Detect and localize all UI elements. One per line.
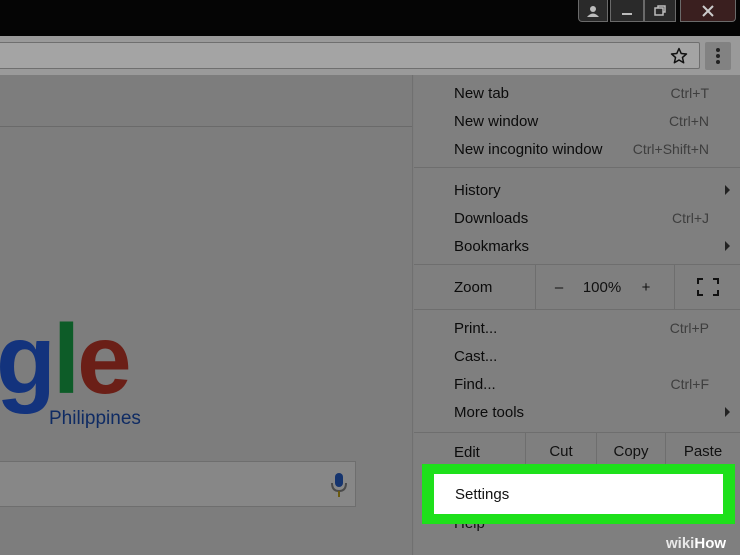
menu-item-new-window[interactable]: New window Ctrl+N bbox=[414, 107, 740, 135]
menu-item-cast[interactable]: Cast... bbox=[414, 342, 740, 370]
menu-item-label: Cast... bbox=[454, 348, 498, 365]
restore-icon bbox=[654, 4, 666, 16]
menu-item-label: New tab bbox=[454, 85, 510, 102]
user-profile-button[interactable] bbox=[578, 0, 608, 22]
settings-highlight: Settings bbox=[422, 464, 735, 524]
page-divider bbox=[0, 126, 412, 127]
star-icon bbox=[670, 47, 688, 64]
menu-item-downloads[interactable]: Downloads Ctrl+J bbox=[414, 204, 740, 232]
menu-item-find[interactable]: Find... Ctrl+F bbox=[414, 370, 740, 398]
restore-button[interactable] bbox=[644, 0, 676, 22]
menu-item-settings[interactable]: Settings bbox=[434, 474, 723, 514]
submenu-arrow-icon bbox=[725, 407, 730, 417]
menu-item-label: New window bbox=[454, 113, 539, 130]
menu-item-new-tab[interactable]: New tab Ctrl+T bbox=[414, 79, 740, 107]
menu-item-shortcut: Ctrl+F bbox=[670, 376, 710, 392]
menu-item-label: Settings bbox=[455, 486, 510, 503]
search-input[interactable] bbox=[0, 461, 356, 507]
chrome-menu-button[interactable] bbox=[705, 42, 731, 70]
google-logo: gle bbox=[0, 304, 132, 414]
vertical-dots-icon bbox=[716, 48, 720, 64]
minimize-button[interactable] bbox=[610, 0, 644, 22]
zoom-out-button[interactable]: – bbox=[536, 265, 582, 309]
address-bar[interactable] bbox=[0, 42, 700, 69]
edit-label: Edit bbox=[454, 444, 480, 461]
fullscreen-button[interactable] bbox=[675, 265, 740, 309]
zoom-label: Zoom bbox=[454, 279, 493, 296]
browser-toolbar bbox=[0, 36, 740, 75]
menu-item-shortcut: Ctrl+J bbox=[672, 210, 709, 226]
zoom-level: 100% bbox=[582, 278, 622, 296]
window-title-bar bbox=[0, 0, 740, 36]
menu-item-history[interactable]: History bbox=[414, 176, 740, 204]
menu-item-label: New incognito window bbox=[454, 141, 603, 158]
submenu-arrow-icon bbox=[725, 185, 730, 195]
menu-item-label: History bbox=[454, 182, 501, 199]
menu-item-label: Find... bbox=[454, 376, 496, 393]
menu-item-print[interactable]: Print... Ctrl+P bbox=[414, 314, 740, 342]
menu-item-shortcut: Ctrl+Shift+N bbox=[632, 141, 709, 157]
watermark-how: How bbox=[694, 535, 727, 552]
menu-separator bbox=[414, 309, 740, 310]
menu-item-new-incognito-window[interactable]: New incognito window Ctrl+Shift+N bbox=[414, 135, 740, 163]
menu-item-bookmarks[interactable]: Bookmarks bbox=[414, 232, 740, 260]
menu-item-label: More tools bbox=[454, 404, 525, 421]
menu-item-label: Downloads bbox=[454, 210, 529, 227]
menu-separator bbox=[414, 167, 740, 168]
microphone-icon[interactable] bbox=[329, 472, 349, 498]
page-edge bbox=[412, 75, 413, 555]
menu-row-zoom: Zoom – 100% + bbox=[414, 265, 740, 309]
menu-item-shortcut: Ctrl+N bbox=[668, 113, 709, 129]
user-icon bbox=[587, 5, 599, 17]
wikihow-watermark: wikiHow bbox=[666, 535, 726, 552]
fullscreen-icon bbox=[696, 278, 719, 296]
menu-item-shortcut: Ctrl+T bbox=[670, 85, 710, 101]
menu-item-more-tools[interactable]: More tools bbox=[414, 398, 740, 426]
menu-item-label: Bookmarks bbox=[454, 238, 530, 255]
zoom-in-button[interactable]: + bbox=[622, 265, 670, 309]
minimize-icon bbox=[622, 12, 632, 15]
close-icon bbox=[702, 4, 714, 17]
menu-item-label: Print... bbox=[454, 320, 498, 337]
close-button[interactable] bbox=[680, 0, 736, 22]
bookmark-star-button[interactable] bbox=[668, 43, 690, 69]
submenu-arrow-icon bbox=[725, 241, 730, 251]
menu-item-shortcut: Ctrl+P bbox=[669, 320, 709, 336]
logo-country-label: Philippines bbox=[49, 408, 141, 429]
watermark-wiki: wiki bbox=[666, 535, 695, 552]
